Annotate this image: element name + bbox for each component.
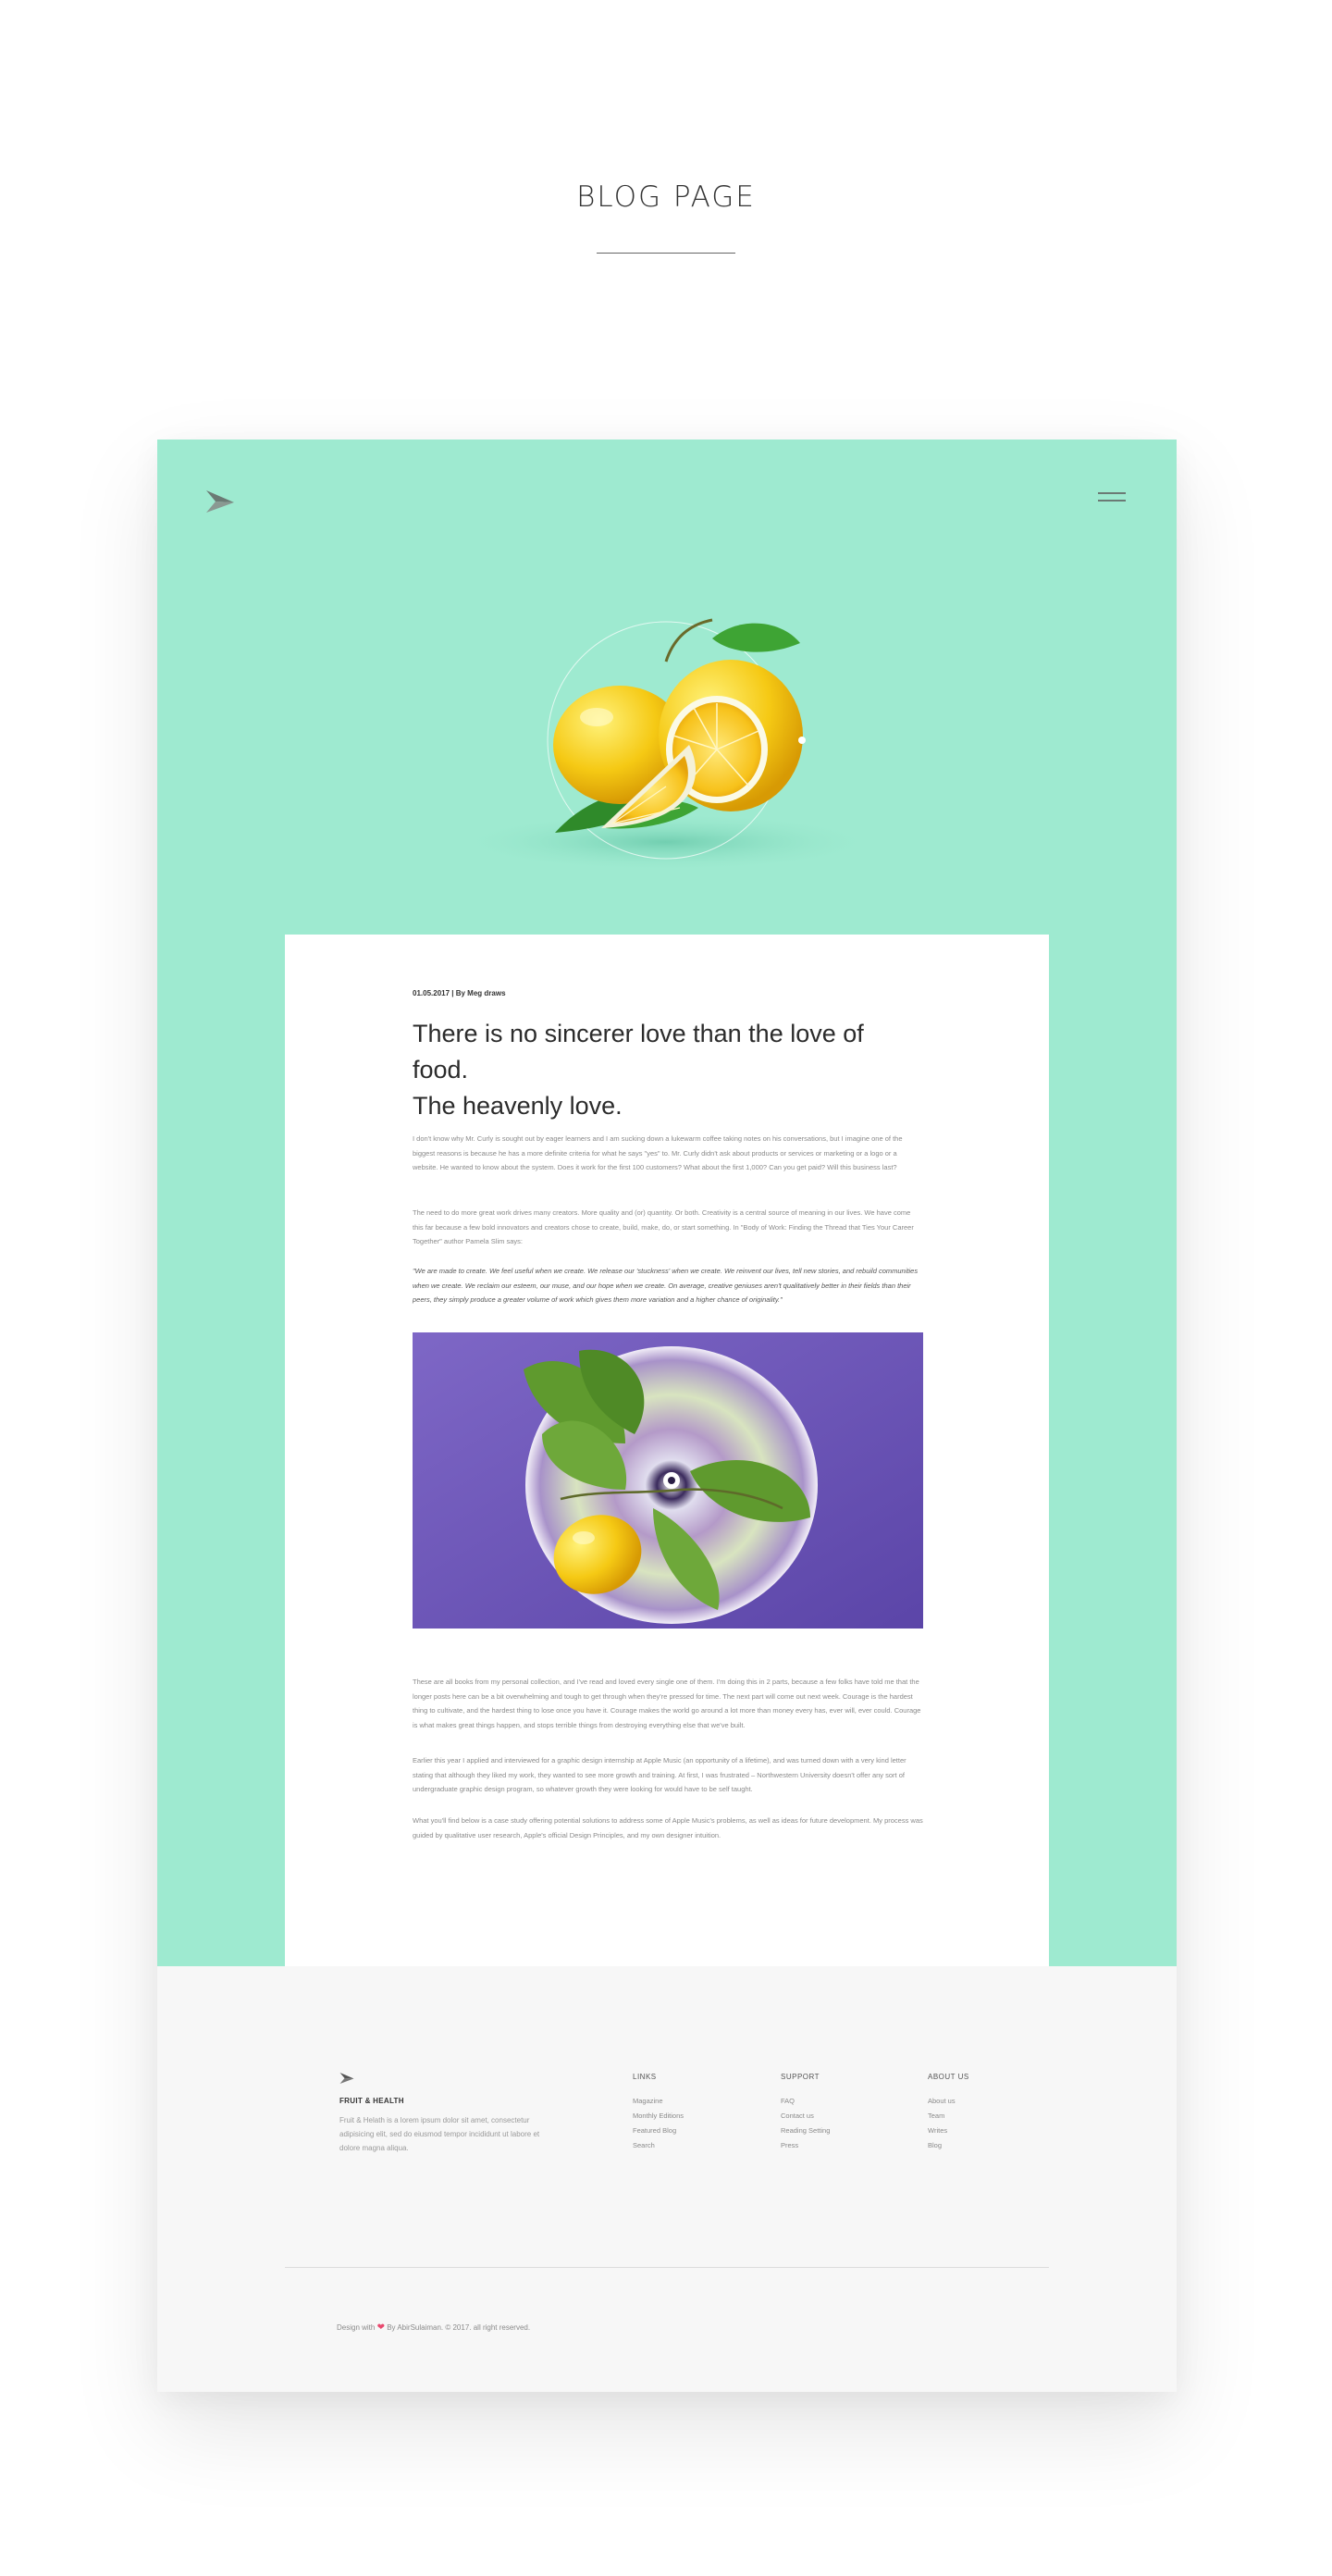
footer-description: Fruit & Helath is a lorem ipsum dolor si… bbox=[339, 2116, 540, 2152]
footer-link-writes[interactable]: Writes bbox=[928, 2124, 969, 2138]
footer-heading: LINKS bbox=[633, 2073, 657, 2081]
article-headline: There is no sincerer love than the love … bbox=[413, 1016, 923, 1124]
footer-link-team[interactable]: Team bbox=[928, 2109, 969, 2124]
article-paragraph: Earlier this year I applied and intervie… bbox=[413, 1756, 906, 1793]
article-paragraph: What you'll find below is a case study o… bbox=[413, 1816, 923, 1839]
page-title: BLOG PAGE bbox=[576, 180, 756, 214]
hamburger-menu-icon[interactable] bbox=[1098, 492, 1126, 505]
article-paragraph: These are all books from my personal col… bbox=[413, 1678, 921, 1729]
footer-divider bbox=[285, 2267, 1049, 2268]
article-card: 01.05.2017 | By Meg draws There is no si… bbox=[285, 935, 1049, 1966]
footer: FRUIT & HEALTH Fruit & Helath is a lorem… bbox=[157, 1966, 1177, 2392]
lemon-plate-image bbox=[413, 1332, 923, 1629]
footer-column-links: LINKS Magazine Monthly Editions Featured… bbox=[633, 2073, 684, 2153]
title-underline bbox=[597, 253, 735, 254]
article-meta: 01.05.2017 | By Meg draws bbox=[413, 989, 506, 997]
footer-heading: ABOUT US bbox=[928, 2073, 969, 2081]
headline-line-2: The heavenly love. bbox=[413, 1092, 623, 1120]
blog-page-mockup: 01.05.2017 | By Meg draws There is no si… bbox=[157, 440, 1177, 2392]
heart-icon: ❤ bbox=[376, 2322, 385, 2333]
paper-plane-logo-icon[interactable] bbox=[206, 490, 234, 513]
footer-column-support: SUPPORT FAQ Contact us Reading Setting P… bbox=[781, 2073, 830, 2153]
footer-brand: FRUIT & HEALTH bbox=[339, 2097, 404, 2105]
footer-link-about-us[interactable]: About us bbox=[928, 2094, 969, 2109]
lemons-hero-image bbox=[453, 618, 879, 872]
footer-heading: SUPPORT bbox=[781, 2073, 820, 2081]
article-paragraph: The need to do more great work drives ma… bbox=[413, 1208, 914, 1245]
footer-column-about: ABOUT US About us Team Writes Blog bbox=[928, 2073, 969, 2153]
footer-link-featured-blog[interactable]: Featured Blog bbox=[633, 2124, 684, 2138]
footer-link-contact-us[interactable]: Contact us bbox=[781, 2109, 830, 2124]
article-paragraph: I don't know why Mr. Curly is sought out… bbox=[413, 1134, 903, 1171]
footer-link-magazine[interactable]: Magazine bbox=[633, 2094, 684, 2109]
footer-credit: Design with ❤ By AbirSulaiman. © 2017. a… bbox=[337, 2322, 530, 2333]
footer-link-search[interactable]: Search bbox=[633, 2138, 684, 2153]
footer-link-monthly-editions[interactable]: Monthly Editions bbox=[633, 2109, 684, 2124]
footer-link-press[interactable]: Press bbox=[781, 2138, 830, 2153]
headline-line-1: There is no sincerer love than the love … bbox=[413, 1020, 864, 1084]
footer-link-blog[interactable]: Blog bbox=[928, 2138, 969, 2153]
footer-link-faq[interactable]: FAQ bbox=[781, 2094, 830, 2109]
credit-prefix: Design with bbox=[337, 2323, 376, 2332]
paper-plane-logo-icon[interactable] bbox=[339, 2073, 354, 2084]
footer-link-reading-setting[interactable]: Reading Setting bbox=[781, 2124, 830, 2138]
credit-suffix: By AbirSulaiman. © 2017. all right reser… bbox=[387, 2323, 531, 2332]
hero-section: 01.05.2017 | By Meg draws There is no si… bbox=[157, 440, 1177, 1966]
article-quote: "We are made to create. We feel useful w… bbox=[413, 1267, 919, 1304]
